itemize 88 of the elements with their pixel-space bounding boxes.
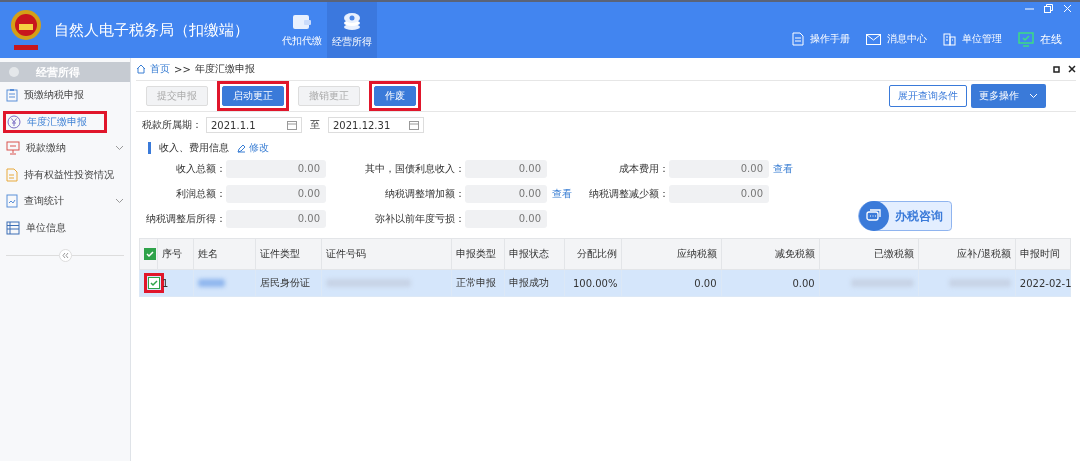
more-actions-button[interactable]: 更多操作 [971,84,1046,108]
column-header: 已缴税额 [819,238,919,270]
breadcrumb-current: 年度汇缴申报 [194,62,255,76]
expand-query-button[interactable]: 展开查询条件 [889,85,967,107]
home-icon[interactable] [136,64,146,74]
period-to-label: 至 [310,118,320,132]
sidebar-title: 经营所得 [36,64,80,80]
date-field[interactable]: 2021.12.31 [328,117,424,133]
field-label: 成本费用： [618,162,669,176]
amount-field: 0.00 [465,185,547,203]
field-label: 纳税调整减少额： [588,187,669,201]
yen-icon [7,114,21,129]
date-field[interactable]: 2021.1.1 [206,117,302,133]
sidebar-item[interactable]: 税款缴纳 [0,135,130,162]
amount-field: 0.00 [226,185,326,203]
column-header: 分配比例 [564,238,622,270]
redacted-value [198,278,225,287]
pencil-icon [237,143,246,153]
coins-icon [8,66,20,78]
close-icon[interactable] [1068,65,1076,73]
column-header: 姓名 [193,238,256,270]
view-link[interactable]: 查看 [769,161,799,177]
breadcrumb-separator: >> [174,63,191,75]
clipboard-icon [6,88,18,103]
amount-field: 0.00 [465,160,547,178]
chat-icon [866,209,882,223]
building-icon [943,32,956,46]
toolbar-button[interactable]: 作废 [374,86,416,106]
report-icon [6,194,18,209]
calendar-icon [409,120,419,130]
section-title: 收入、费用信息 [159,141,229,155]
amount-field: 0.00 [669,185,769,203]
view-link[interactable]: 查看 [547,186,579,202]
header-link[interactable]: 操作手册 [792,31,850,47]
header-link[interactable]: 消息中心 [866,31,927,47]
column-header: 减免税额 [721,238,820,270]
sidebar-item[interactable]: 单位信息 [0,214,130,241]
column-header: 序号 [157,238,194,270]
column-header: 证件类型 [255,238,322,270]
chevron-down-icon [1029,93,1038,99]
maximize-icon[interactable] [1053,65,1060,73]
amount-field: 0.00 [465,210,547,228]
column-header: 申报状态 [504,238,565,270]
amount-field: 0.00 [226,210,326,228]
wallet-icon [292,12,312,30]
list-icon [6,220,20,235]
column-header: 应补/退税额 [918,238,1016,270]
module-tab[interactable]: 代扣代缴 [277,2,327,58]
tax-consult-button[interactable]: 办税咨询 [858,201,952,231]
column-header: 证件号码 [321,238,452,270]
collapse-icon[interactable] [58,249,72,262]
module-tab[interactable]: 经营所得 [327,2,377,58]
toolbar-button[interactable]: 启动更正 [222,86,284,106]
screen-icon [6,141,20,156]
checkbox[interactable] [144,248,156,260]
breadcrumb-link[interactable]: 首页 [150,62,170,76]
field-label: 纳税调整后所得： [145,212,226,226]
table-cell: 0.00 [621,269,722,297]
edit-link[interactable]: 修改 [237,141,269,155]
field-label: 收入总额： [175,162,226,176]
amount-field: 0.00 [226,160,326,178]
chevron-down-icon [115,198,124,205]
amount-field: 0.00 [669,160,769,178]
sidebar-item[interactable]: 持有权益性投资情况 [0,161,130,188]
restore-icon[interactable] [1044,4,1053,13]
header-link[interactable]: 单位管理 [943,31,1002,47]
chevron-down-icon [115,145,124,152]
coins-icon [342,11,362,31]
file-icon [6,167,18,182]
sidebar-item[interactable]: 查询统计 [0,188,130,215]
column-header: 申报类型 [451,238,505,270]
calendar-icon [287,120,297,130]
mail-icon [866,33,881,45]
table-cell: 0.00 [721,269,820,297]
field-label: 纳税调整增加额： [384,187,465,201]
table-cell: 居民身份证 [255,269,322,297]
monitor-icon [1018,31,1034,47]
field-label: 利润总额： [175,187,226,201]
field-label: 弥补以前年度亏损： [374,212,465,226]
sidebar-item[interactable]: 预缴纳税申报 [0,82,130,109]
sidebar-item[interactable]: 年度汇缴申报 [1,108,109,135]
field-label: 其中，国债利息收入： [364,162,465,176]
app-title: 自然人电子税务局（扣缴端） [54,20,249,40]
column-header: 应纳税额 [621,238,722,270]
header-link[interactable]: 在线 [1018,31,1062,47]
column-header: 申报时间 [1015,238,1071,270]
document-icon [792,32,804,46]
period-label: 税款所属期： [142,118,202,132]
